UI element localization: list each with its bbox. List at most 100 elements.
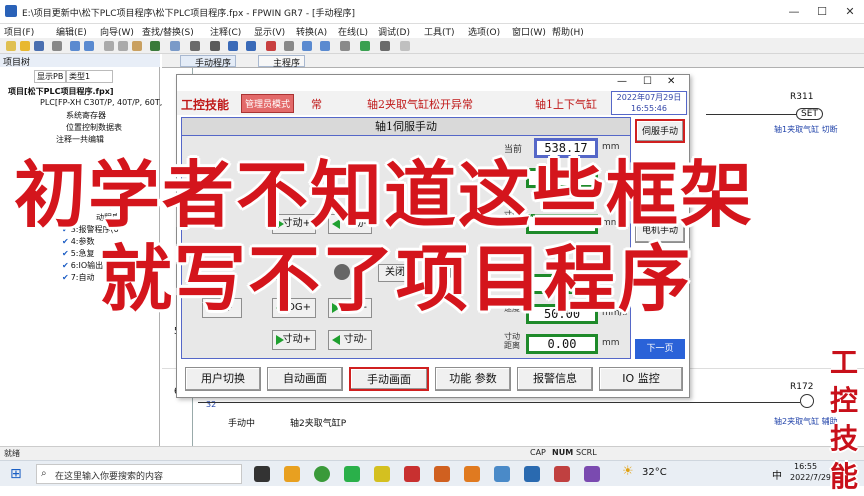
browser-icon[interactable] (314, 466, 330, 482)
tree-item-io[interactable]: ✔ 6:IO输出 (62, 260, 103, 271)
help-icon[interactable] (400, 41, 410, 51)
menu-item-convert[interactable]: 转换(A) (296, 25, 327, 38)
app-icon-4[interactable] (464, 466, 480, 482)
ime-indicator[interactable]: 中 (772, 467, 782, 482)
dialog-close-button[interactable]: ✕ (667, 76, 675, 87)
print-icon[interactable] (52, 41, 62, 51)
stop-icon[interactable] (266, 41, 276, 51)
window-title: E:\项目更新中\松下PLC项目程序\松下PLC项目程序.fpx - FPWIN… (22, 9, 356, 19)
nav-function-params[interactable]: 功能 参数 (435, 367, 511, 391)
next-page-button[interactable]: 下一页 (635, 339, 685, 359)
search-placeholder: 在这里输入你要搜索的内容 (55, 472, 164, 482)
app-icon-5[interactable] (494, 466, 510, 482)
undo-icon[interactable] (70, 41, 80, 51)
menu-item-wizard[interactable]: 向导(W) (100, 25, 134, 38)
taskbar-search[interactable]: ⌕ 在这里输入你要搜索的内容 (36, 464, 242, 484)
dialog-minimize-button[interactable]: — (617, 76, 627, 87)
inch-plus-button-2[interactable]: 寸动+ (272, 330, 316, 350)
app-icon (5, 5, 17, 17)
inch-distance-value-2[interactable]: 0.00 (526, 334, 598, 354)
wechat-icon[interactable] (344, 466, 360, 482)
cut-icon[interactable] (104, 41, 114, 51)
maximize-button[interactable]: ☐ (810, 4, 834, 20)
zoom-icon[interactable] (380, 41, 390, 51)
fpwin-icon[interactable] (524, 466, 540, 482)
menu-item-window[interactable]: 窗口(W) (512, 25, 546, 38)
tab-manual-program[interactable]: 手动程序 (180, 55, 237, 69)
explorer-icon[interactable] (284, 466, 300, 482)
nav-user-switch[interactable]: 用户切换 (185, 367, 261, 391)
list-view-icon[interactable] (210, 41, 220, 51)
app-icon-6[interactable] (554, 466, 570, 482)
scroll-indicator: SCRL (576, 448, 597, 457)
check-icon: ✔ (62, 273, 69, 282)
contact-label[interactable]: 手动中 (228, 416, 255, 429)
contact-label[interactable]: 轴2夹取气缸P (290, 416, 346, 429)
caps-indicator: CAP (530, 448, 546, 457)
nav-auto-screen[interactable]: 自动画面 (267, 367, 343, 391)
overlay-subheadline: 就写不了项目程序 (100, 237, 693, 321)
copy-icon[interactable] (118, 41, 128, 51)
tree-item-plc[interactable]: PLC[FP-XH C30T/P, 40T/P, 60T, (40, 98, 162, 107)
menu-item-project[interactable]: 项目(F) (4, 25, 34, 38)
tab-main-program[interactable]: 主程序 (258, 55, 306, 69)
taskbar: ⊞ ⌕ 在这里输入你要搜索的内容 ☀ 32°C 中 16:55 2022/7/2… (0, 460, 864, 486)
upload-icon[interactable] (246, 41, 256, 51)
settings-icon[interactable] (284, 41, 294, 51)
weather-temp[interactable]: 32°C (642, 467, 667, 478)
display-select[interactable]: 显示PB (34, 70, 67, 83)
nav-manual-screen[interactable]: 手动画面 (349, 367, 429, 391)
inch-minus-button-2[interactable]: 寸动- (328, 330, 372, 350)
menu-item-tools[interactable]: 工具(T) (424, 25, 455, 38)
new-file-icon[interactable] (6, 41, 16, 51)
app-icon-7[interactable] (584, 466, 600, 482)
tree-item-reset[interactable]: ✔ 5:急复 (62, 248, 95, 259)
save-icon[interactable] (34, 41, 44, 51)
menu-item-comment[interactable]: 注释(C) (210, 25, 241, 38)
weather-icon: ☀ (622, 464, 634, 479)
tree-item-auto[interactable]: ✔ 7:自动 (62, 272, 95, 283)
nav-io-monitor[interactable]: IO 监控 (599, 367, 683, 391)
menu-item-online[interactable]: 在线(L) (338, 25, 368, 38)
windows-start-icon[interactable]: ⊞ (10, 467, 24, 481)
nav-alarm-info[interactable]: 报警信息 (517, 367, 593, 391)
menu-item-view[interactable]: 显示(V) (254, 25, 285, 38)
menu-item-options[interactable]: 选项(O) (468, 25, 500, 38)
run-icon[interactable] (360, 41, 370, 51)
menu-item-find[interactable]: 查找/替换(S) (142, 25, 194, 38)
tree-item-project[interactable]: 项目[松下PLC项目程序.fpx] (8, 86, 114, 97)
tree-item-position-table[interactable]: 位置控制数据表 (66, 122, 122, 133)
status-bar: 就绪 CAP NUM SCRL (0, 446, 864, 460)
output-coil[interactable] (800, 394, 814, 408)
admin-mode-badge[interactable]: 管理员模式 (241, 94, 295, 113)
tree-item-system-register[interactable]: 系统寄存器 (66, 110, 106, 121)
ladder-view-icon[interactable] (190, 41, 200, 51)
monitor-icon[interactable] (170, 41, 180, 51)
type-select[interactable]: 类型1 (66, 70, 114, 83)
dialog-title-bar: — ☐ ✕ (177, 75, 689, 91)
search-icon: ⌕ (41, 468, 47, 479)
menu-item-help[interactable]: 帮助(H) (552, 25, 584, 38)
paste-icon[interactable] (132, 41, 142, 51)
menu-item-debug[interactable]: 调试(D) (378, 25, 410, 38)
online-icon[interactable] (302, 41, 312, 51)
dialog-maximize-button[interactable]: ☐ (643, 76, 652, 87)
menu-item-edit[interactable]: 编辑(E) (56, 25, 87, 38)
compile-icon[interactable] (340, 41, 350, 51)
task-view-icon[interactable] (254, 466, 270, 482)
download-icon[interactable] (228, 41, 238, 51)
open-folder-icon[interactable] (20, 41, 30, 51)
app-icon-1[interactable] (374, 466, 390, 482)
app-icon-3[interactable] (434, 466, 450, 482)
set-coil[interactable]: SET (796, 108, 823, 120)
clock-date[interactable]: 2022/7/29 (790, 473, 831, 482)
clock-time[interactable]: 16:55 (794, 462, 817, 471)
redo-icon[interactable] (84, 41, 94, 51)
find-icon[interactable] (150, 41, 160, 51)
close-button[interactable]: ✕ (838, 4, 862, 20)
minimize-button[interactable]: — (782, 4, 806, 20)
arrow-left-icon (332, 335, 340, 345)
rung-wire (706, 114, 796, 115)
app-icon-2[interactable] (404, 466, 420, 482)
offline-icon[interactable] (320, 41, 330, 51)
